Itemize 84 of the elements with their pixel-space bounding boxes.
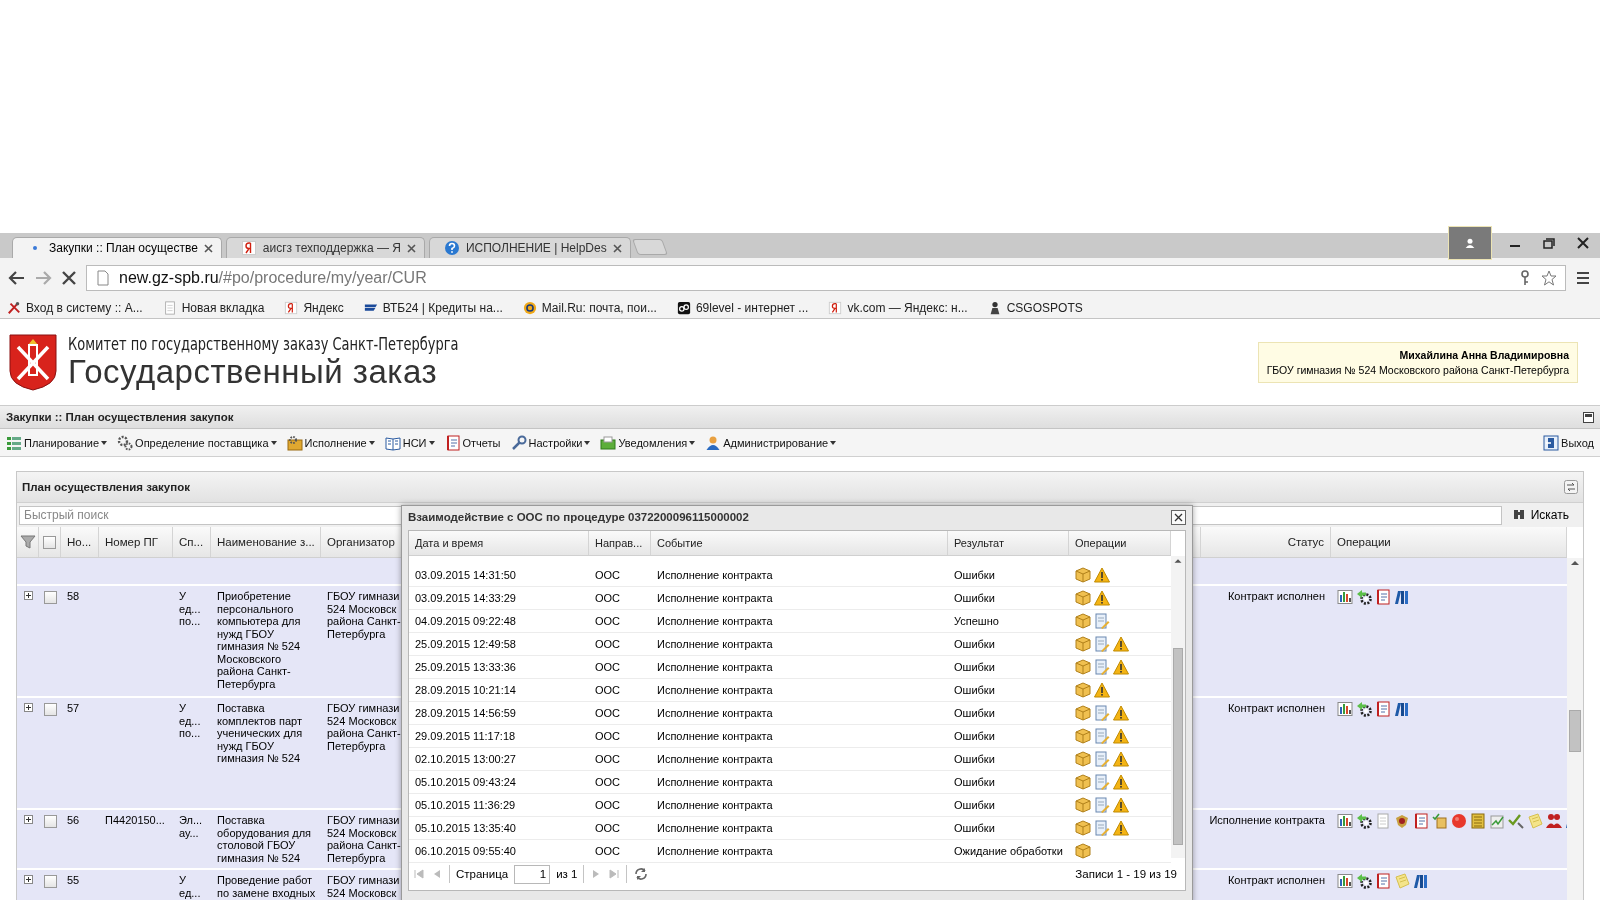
table-cell-text: ООС <box>594 615 622 627</box>
table-cell-text: 28.09.2015 10:21:14 <box>414 684 517 696</box>
table-cell-text: 28.09.2015 14:56:59 <box>414 707 517 719</box>
table-cell-text: Ожидание обработки <box>953 845 1064 857</box>
table-cell-text: 25.09.2015 13:33:36 <box>414 661 517 673</box>
table-cell-text: 05.10.2015 09:43:24 <box>414 776 517 788</box>
table-cell-text: Ошибки <box>953 776 996 788</box>
table-cell: 56 <box>67 814 80 826</box>
table-cell-text: Исполнение контракта <box>656 822 774 834</box>
table-cell-text: Исполнение контракта <box>656 592 774 604</box>
table-cell: ГБОУ гимнази 524 Московск района Санкт- Петербурга <box>327 590 401 640</box>
table-cell-text: ООС <box>594 684 622 696</box>
table-cell-text: ООС <box>594 822 622 834</box>
table-cell: ГБОУ гимнази 524 Московск <box>327 874 400 899</box>
table-cell-text: Исполнение контракта <box>656 684 774 696</box>
table-cell-text: Ошибки <box>953 707 996 719</box>
table-cell-text: 03.09.2015 14:33:29 <box>414 592 517 604</box>
table-cell: Поставка оборудования для столовой ГБОУ гимназия № 524 <box>217 814 312 864</box>
table-cell-text: 29.09.2015 11:17:18 <box>414 730 517 742</box>
table-cell: ГБОУ гимнази 524 Московск района Санкт- Петербурга <box>327 814 401 864</box>
table-cell-text: 03.09.2015 14:31:50 <box>414 569 517 581</box>
table-cell-text: Ошибки <box>953 753 996 765</box>
table-cell-text: 02.10.2015 13:00:27 <box>414 753 517 765</box>
table-cell-text: Исполнение контракта <box>656 776 774 788</box>
table-cell-text: ООС <box>594 799 622 811</box>
table-cell-text: Исполнение контракта <box>656 730 774 742</box>
user-name: Михайлина Анна Владимировна <box>1398 348 1569 361</box>
table-cell: Исполнение контракта <box>1209 814 1325 826</box>
table-cell: У ед... <box>179 874 201 899</box>
table-cell-text: ООС <box>594 707 622 719</box>
table-cell: Приобретение персонального компьютера для нужд ГБОУ гимназия № 524 Московского района Санкт- Петербурга <box>217 590 301 690</box>
table-cell-text: ООС <box>594 638 622 650</box>
table-cell-text: 05.10.2015 11:36:29 <box>414 799 517 811</box>
dialog-title: Взаимодействие с ООС по процедуре 0372200096115000002 <box>408 511 749 523</box>
table-cell: 55 <box>67 874 80 886</box>
organization-name: Комитет по государственному заказу Санкт-Петербурга <box>68 334 459 354</box>
table-cell-text: Ошибки <box>953 799 996 811</box>
page-label: Страница <box>456 868 509 880</box>
table-cell-text: ООС <box>594 753 622 765</box>
table-cell-text: 06.10.2015 09:55:40 <box>414 845 517 857</box>
table-cell-text: Ошибки <box>953 638 996 650</box>
table-cell-text: ООС <box>594 730 622 742</box>
table-cell-text: ООС <box>594 776 622 788</box>
table-cell: У ед... по... <box>179 702 201 739</box>
table-cell-text: Ошибки <box>953 592 996 604</box>
records-summary: Записи 1 - 19 из 19 <box>1075 868 1178 880</box>
table-cell-text: ООС <box>594 661 622 673</box>
table-cell-text: Ошибки <box>953 822 996 834</box>
table-cell: Проведение работ по замене входных <box>217 874 316 899</box>
panel-title: План осуществления закупок <box>22 481 190 493</box>
table-cell-text: Ошибки <box>953 569 996 581</box>
section-title: Закупки :: План осуществления закупок <box>6 411 234 423</box>
table-cell: ГБОУ гимнази 524 Московск района Санкт- Петербурга <box>327 702 401 752</box>
table-cell-text: Исполнение контракта <box>656 753 774 765</box>
table-cell-text: ООС <box>594 845 622 857</box>
table-cell: Контракт исполнен <box>1227 874 1325 886</box>
table-cell: 57 <box>67 702 80 714</box>
table-cell-text: Исполнение контракта <box>656 707 774 719</box>
table-cell: Контракт исполнен <box>1227 702 1325 714</box>
table-cell-text: Исполнение контракта <box>656 845 774 857</box>
page-count: из 1 <box>556 868 578 880</box>
table-cell: Эл... ау... <box>179 814 203 839</box>
table-cell-text: 25.09.2015 12:49:58 <box>414 638 517 650</box>
table-cell: У ед... по... <box>179 590 201 627</box>
table-cell: Контракт исполнен <box>1227 590 1325 602</box>
table-cell: Поставка комплектов парт ученических для нужд ГБОУ гимназия № 524 <box>217 702 303 764</box>
table-cell: П4420150... <box>105 814 165 826</box>
table-cell-text: Исполнение контракта <box>656 569 774 581</box>
table-cell-text: 05.10.2015 13:35:40 <box>414 822 517 834</box>
url-text: new.gz-spb.ru/#po/procedure/my/year/CUR <box>119 269 427 287</box>
table-cell-text: Исполнение контракта <box>656 661 774 673</box>
table-cell-text: Ошибки <box>953 730 996 742</box>
user-organization: ГБОУ гимназия № 524 Московского района Санкт-Петербурга <box>1266 363 1569 376</box>
table-cell-text: 04.09.2015 09:22:48 <box>414 615 517 627</box>
table-cell-text: Ошибки <box>953 684 996 696</box>
table-cell-text: ООС <box>594 592 622 604</box>
site-title: Государственный заказ <box>68 354 438 390</box>
table-cell-text: Исполнение контракта <box>656 615 774 627</box>
table-cell-text: Исполнение контракта <box>656 799 774 811</box>
table-cell: 58 <box>67 590 80 602</box>
table-cell-text: Исполнение контракта <box>656 638 774 650</box>
table-cell-text: Ошибки <box>953 661 996 673</box>
table-cell-text: ООС <box>594 569 622 581</box>
table-cell-text: Успешно <box>953 615 1000 627</box>
